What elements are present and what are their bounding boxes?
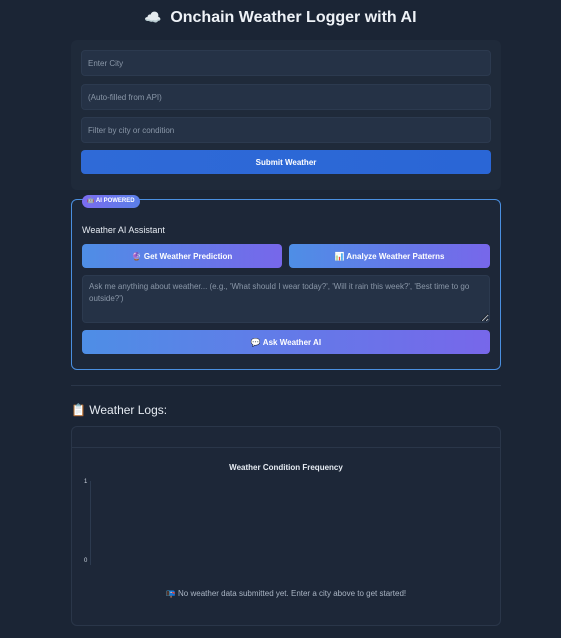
- logs-header-strip: [72, 427, 500, 448]
- page-title: ☁️ Onchain Weather Logger with AI: [0, 9, 561, 27]
- weather-logs-heading: 📋 Weather Logs:: [71, 403, 168, 417]
- cloud-icon: ☁️: [144, 9, 162, 25]
- submit-weather-button[interactable]: Submit Weather: [81, 150, 491, 174]
- ai-powered-badge: 🤖 AI POWERED: [82, 195, 140, 208]
- weather-logs-panel: Weather Condition Frequency 1 0 📭 No wea…: [71, 426, 501, 626]
- city-input[interactable]: [81, 50, 491, 76]
- analyze-patterns-button[interactable]: 📊 Analyze Weather Patterns: [289, 244, 490, 268]
- y-tick-label: 0: [84, 558, 88, 564]
- autofill-input[interactable]: [81, 84, 491, 110]
- filter-input[interactable]: [81, 117, 491, 143]
- ai-assistant-panel: 🤖 AI POWERED Weather AI Assistant 🔮 Get …: [71, 195, 501, 370]
- ai-assistant-title: Weather AI Assistant: [82, 225, 165, 235]
- y-axis-line: [90, 481, 91, 565]
- chart-title: Weather Condition Frequency: [229, 463, 343, 472]
- weather-form: Submit Weather: [71, 40, 501, 190]
- get-prediction-button[interactable]: 🔮 Get Weather Prediction: [82, 244, 282, 268]
- section-divider: [71, 385, 501, 386]
- empty-logs-message: 📭 No weather data submitted yet. Enter a…: [165, 589, 407, 598]
- ask-weather-ai-button[interactable]: 💬 Ask Weather AI: [82, 330, 490, 354]
- y-tick-label: 1: [84, 479, 88, 485]
- page-title-text: Onchain Weather Logger with AI: [170, 9, 417, 26]
- ai-question-input[interactable]: [82, 275, 490, 323]
